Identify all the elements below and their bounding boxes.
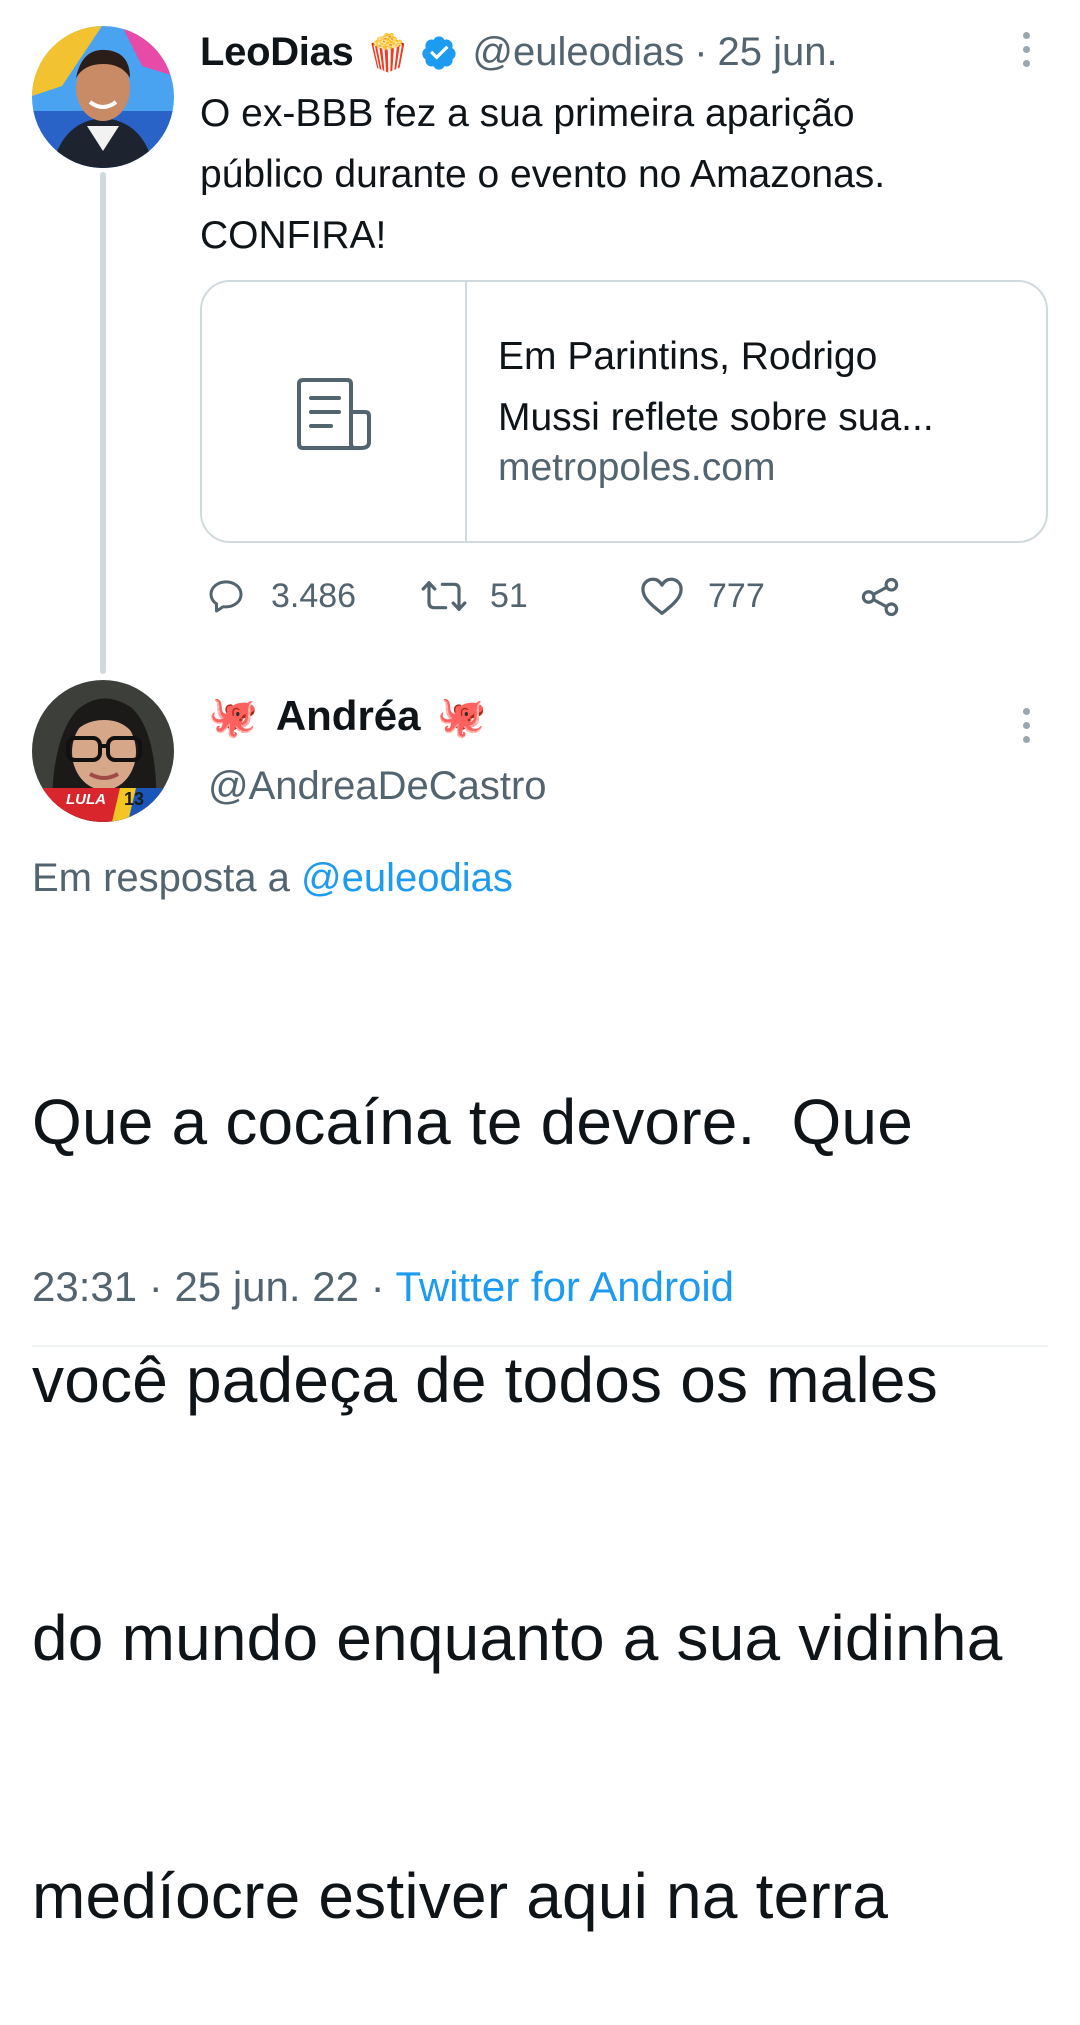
separator-dot: ·	[694, 30, 708, 74]
handle[interactable]: @AndreaDeCastro	[208, 764, 547, 809]
tweet2-text-line: Que a cocaína te devore. Que	[32, 1086, 914, 1158]
reply-icon	[209, 580, 243, 613]
separator-dot: ·	[370, 1263, 385, 1310]
tweet-date[interactable]: 25 jun.	[718, 30, 838, 75]
verified-badge-icon	[420, 34, 458, 72]
like-button[interactable]: 777	[640, 576, 765, 616]
handle[interactable]: @euleodias	[472, 30, 684, 75]
display-name[interactable]: Andréa	[276, 692, 421, 740]
link-card[interactable]: Em Parintins, Rodrigo Mussi reflete sobr…	[200, 280, 1048, 543]
tweet2-text-line: do mundo enquanto a sua vidinha	[32, 1602, 1003, 1674]
avatar-leodias[interactable]	[32, 26, 174, 168]
separator-dot: ·	[148, 1263, 163, 1310]
octopus-emoji-icon: 🐙	[208, 694, 258, 739]
retweet-icon	[421, 581, 467, 611]
avatar-andrea[interactable]: LULA 13	[32, 680, 174, 822]
tweet1-text: O ex-BBB fez a sua primeira aparição púb…	[200, 83, 885, 266]
heart-icon	[641, 577, 683, 615]
tweet-time[interactable]: 23:31	[32, 1263, 137, 1310]
retweet-button[interactable]: 51	[420, 576, 528, 616]
card-content: Em Parintins, Rodrigo Mussi reflete sobr…	[498, 326, 934, 490]
reply-handle-link[interactable]: @euleodias	[301, 856, 513, 900]
tweet1-text-line: CONFIRA!	[200, 214, 387, 257]
share-button[interactable]	[858, 576, 902, 618]
avatar-badge-text: LULA	[66, 791, 106, 808]
tweet2-text-line: você padeça de todos os males	[32, 1344, 938, 1416]
more-options-icon[interactable]	[1023, 32, 1030, 67]
share-icon	[861, 577, 899, 617]
tweet1-text-line: público durante o evento no Amazonas.	[200, 153, 886, 196]
tweet2-text-line: medíocre estiver aqui na terra	[32, 1860, 889, 1932]
tweet-date[interactable]: 25 jun. 22	[174, 1263, 359, 1310]
octopus-emoji-icon: 🐙	[436, 694, 487, 739]
thread-connector-line	[100, 172, 106, 674]
divider	[32, 1345, 1048, 1347]
reply-prefix: Em resposta a	[32, 856, 290, 900]
tweet1-text-line: O ex-BBB fez a sua primeira aparição	[200, 92, 855, 135]
display-name[interactable]: LeoDias	[200, 30, 354, 75]
avatar-image	[32, 26, 174, 168]
card-title-line: Em Parintins, Rodrigo	[498, 335, 878, 378]
tweet-meta: 23:31 · 25 jun. 22 · Twitter for Android	[32, 1263, 734, 1311]
popcorn-emoji-icon: 🍿	[365, 31, 411, 73]
more-options-icon[interactable]	[1023, 708, 1030, 743]
card-domain: metropoles.com	[498, 446, 776, 489]
tweet2-name-row: 🐙 Andréa 🐙	[208, 692, 486, 740]
reply-context: Em resposta a @euleodias	[32, 856, 513, 901]
card-thumbnail	[202, 282, 467, 541]
avatar-badge-number: 13	[124, 789, 145, 809]
reply-button[interactable]: 3.486	[205, 576, 356, 616]
reply-count: 3.486	[271, 576, 357, 615]
card-title-line: Mussi reflete sobre sua...	[498, 396, 934, 439]
tweet2-text: Que a cocaína te devore. Que você padeça…	[32, 907, 1003, 2025]
like-count: 777	[708, 576, 765, 615]
article-icon	[297, 378, 371, 450]
tweet-source-link[interactable]: Twitter for Android	[396, 1263, 734, 1310]
tweet1-header: LeoDias 🍿 @euleodias · 25 jun.	[200, 30, 838, 75]
retweet-count: 51	[490, 576, 528, 615]
